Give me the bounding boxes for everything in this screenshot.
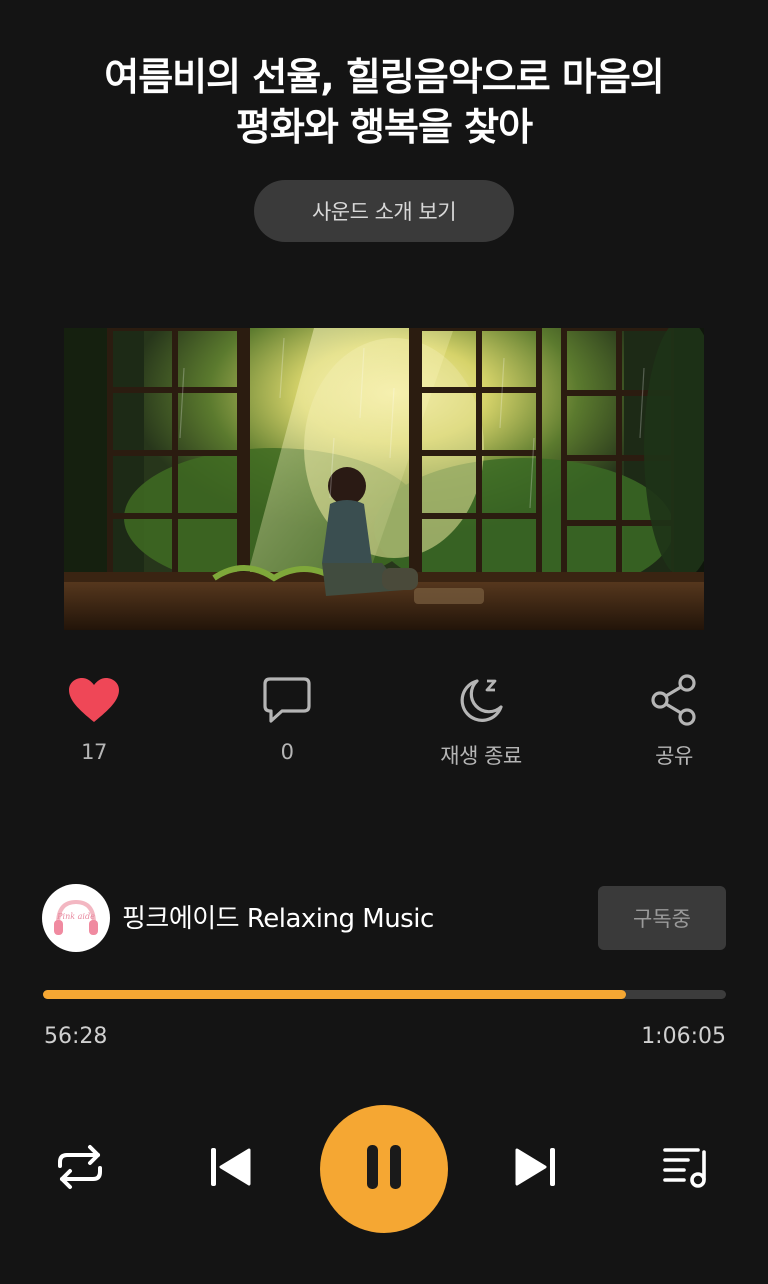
playlist-icon bbox=[662, 1146, 710, 1192]
progress-fill bbox=[43, 990, 627, 999]
skip-next-icon bbox=[515, 1146, 557, 1192]
comment-icon[interactable] bbox=[259, 672, 315, 728]
channel-row: Pink aide 핑크에이드 Relaxing Music 구독중 bbox=[42, 884, 726, 952]
track-title-line-2: 평화와 행복을 찾아 bbox=[235, 105, 533, 149]
channel-avatar[interactable]: Pink aide bbox=[42, 884, 110, 952]
playlist-button[interactable] bbox=[656, 1141, 716, 1197]
like-count: 17 bbox=[81, 740, 107, 764]
comment-count: 0 bbox=[280, 740, 294, 764]
current-time: 56:28 bbox=[44, 1024, 108, 1049]
track-title-line-1: 여름비의 선율, 힐링음악으로 마음의 bbox=[104, 55, 665, 99]
moon-icon[interactable] bbox=[453, 672, 509, 728]
sleep-timer-action[interactable]: 재생 종료 bbox=[401, 672, 561, 770]
channel-name[interactable]: 핑크에이드 Relaxing Music bbox=[122, 898, 434, 935]
album-artwork bbox=[64, 328, 704, 630]
pause-button[interactable] bbox=[320, 1105, 448, 1233]
next-button[interactable] bbox=[506, 1141, 566, 1197]
comment-action[interactable]: 0 bbox=[207, 672, 367, 764]
skip-previous-icon bbox=[209, 1146, 251, 1192]
total-time: 1:06:05 bbox=[641, 1024, 726, 1049]
share-action[interactable]: 공유 bbox=[594, 672, 754, 770]
heart-icon[interactable] bbox=[66, 672, 122, 728]
action-bar: 17 0 재생 종료 공유 bbox=[0, 672, 768, 782]
sleep-timer-label: 재생 종료 bbox=[440, 744, 522, 768]
repeat-icon bbox=[56, 1144, 104, 1194]
sound-intro-button[interactable]: 사운드 소개 보기 bbox=[254, 180, 514, 242]
subscribe-button[interactable]: 구독중 bbox=[598, 886, 726, 950]
previous-button[interactable] bbox=[200, 1141, 260, 1197]
playback-controls bbox=[0, 1104, 768, 1234]
svg-text:Pink aide: Pink aide bbox=[56, 912, 95, 921]
share-icon[interactable] bbox=[646, 672, 702, 728]
repeat-button[interactable] bbox=[50, 1141, 110, 1197]
track-title: 여름비의 선율, 힐링음악으로 마음의 평화와 행복을 찾아 bbox=[40, 52, 728, 152]
like-action[interactable]: 17 bbox=[14, 672, 174, 764]
share-label: 공유 bbox=[655, 744, 693, 768]
progress-bar[interactable] bbox=[43, 990, 726, 999]
pause-icon bbox=[364, 1145, 404, 1193]
